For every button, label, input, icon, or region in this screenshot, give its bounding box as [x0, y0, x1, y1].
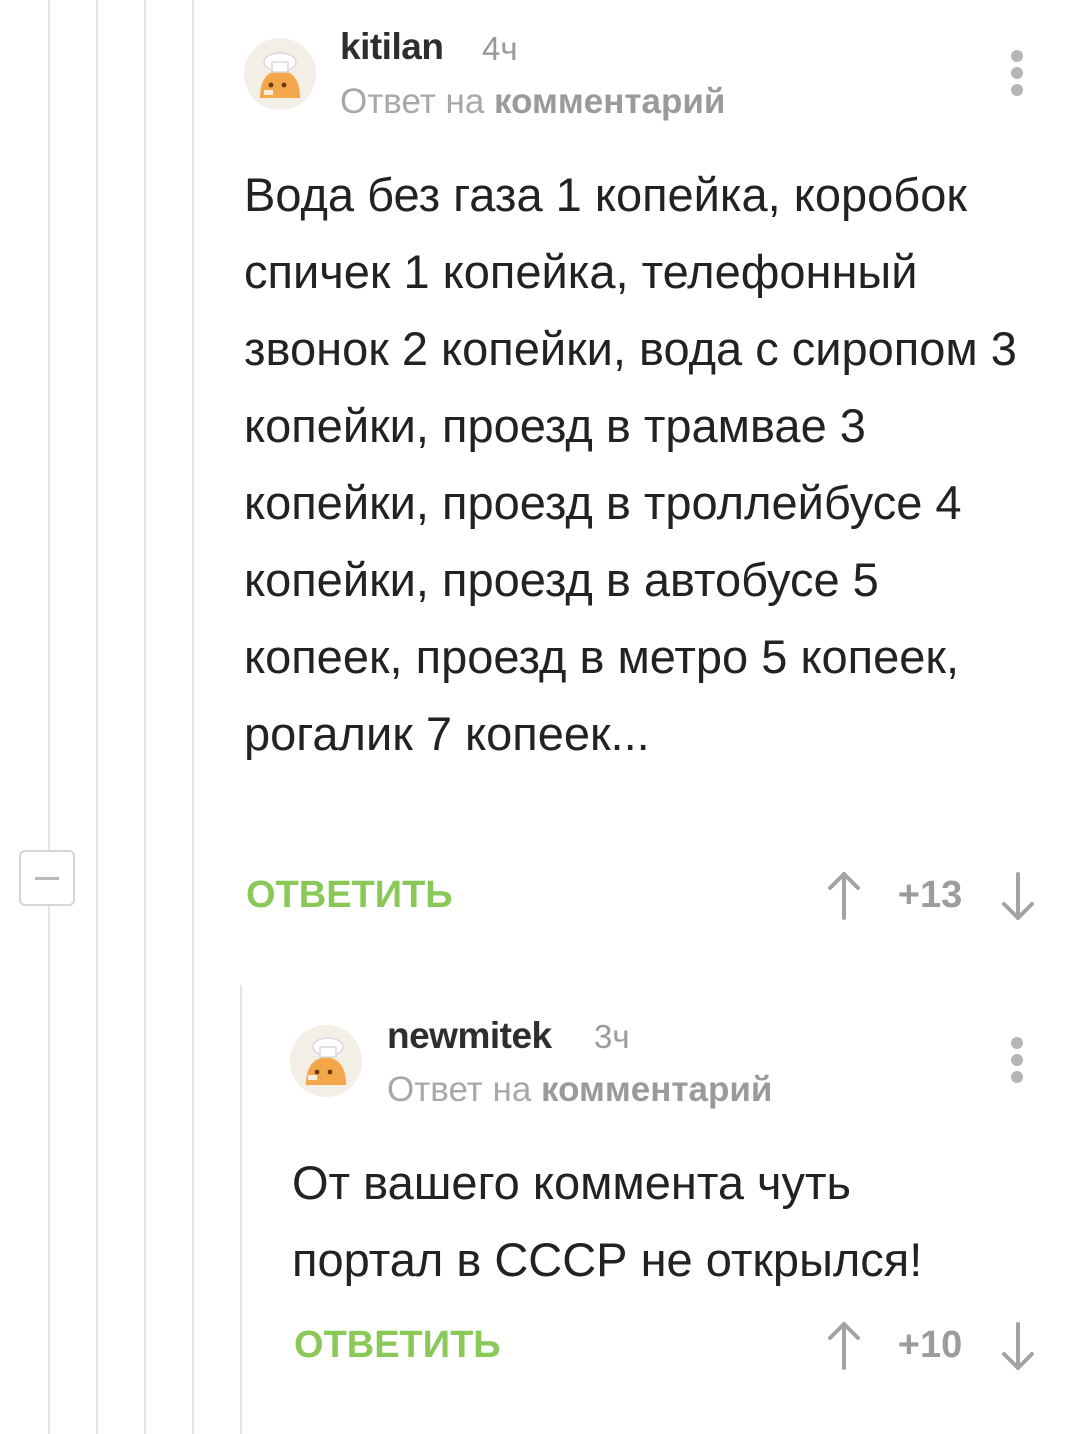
- reply-button[interactable]: ОТВЕТИТЬ: [294, 1324, 501, 1367]
- reply-button[interactable]: ОТВЕТИТЬ: [246, 874, 453, 917]
- reply-to-line: Ответ на комментарий: [340, 82, 725, 122]
- avatar[interactable]: [290, 1025, 362, 1097]
- parent-comment-link[interactable]: комментарий: [541, 1070, 772, 1109]
- vertical-dots-icon[interactable]: [1008, 50, 1028, 96]
- reply-to-label: Ответ на: [340, 82, 485, 121]
- default-avatar-icon: [244, 38, 316, 110]
- comment-text: Вода без газа 1 копейка, коробок спичек …: [244, 168, 1017, 760]
- thread-line: [240, 985, 242, 1434]
- arrow-up-icon[interactable]: [826, 1320, 862, 1372]
- thread-line: [192, 0, 194, 1434]
- vertical-dots-icon[interactable]: [1008, 1037, 1028, 1083]
- comment-score: +13: [897, 874, 963, 916]
- comment-author[interactable]: newmitek: [387, 1015, 552, 1057]
- comment-time: 3ч: [594, 1018, 630, 1055]
- thread-line: [96, 0, 98, 1434]
- comment-score: +10: [897, 1324, 963, 1366]
- default-avatar-icon: [290, 1025, 362, 1097]
- arrow-up-icon[interactable]: [826, 870, 862, 922]
- comment-text: От вашего коммента чуть портал в СССР не…: [292, 1156, 923, 1286]
- comment-time: 4ч: [482, 30, 518, 67]
- collapse-thread-button[interactable]: [19, 850, 75, 906]
- reply-to-label: Ответ на: [387, 1070, 532, 1109]
- minus-icon: [35, 877, 59, 880]
- comment-author[interactable]: kitilan: [340, 26, 444, 68]
- arrow-down-icon[interactable]: [1000, 870, 1036, 922]
- avatar[interactable]: [244, 38, 316, 110]
- reply-to-line: Ответ на комментарий: [387, 1070, 772, 1110]
- parent-comment-link[interactable]: комментарий: [494, 82, 725, 121]
- arrow-down-icon[interactable]: [1000, 1320, 1036, 1372]
- thread-line: [144, 0, 146, 1434]
- thread-line: [48, 0, 50, 1434]
